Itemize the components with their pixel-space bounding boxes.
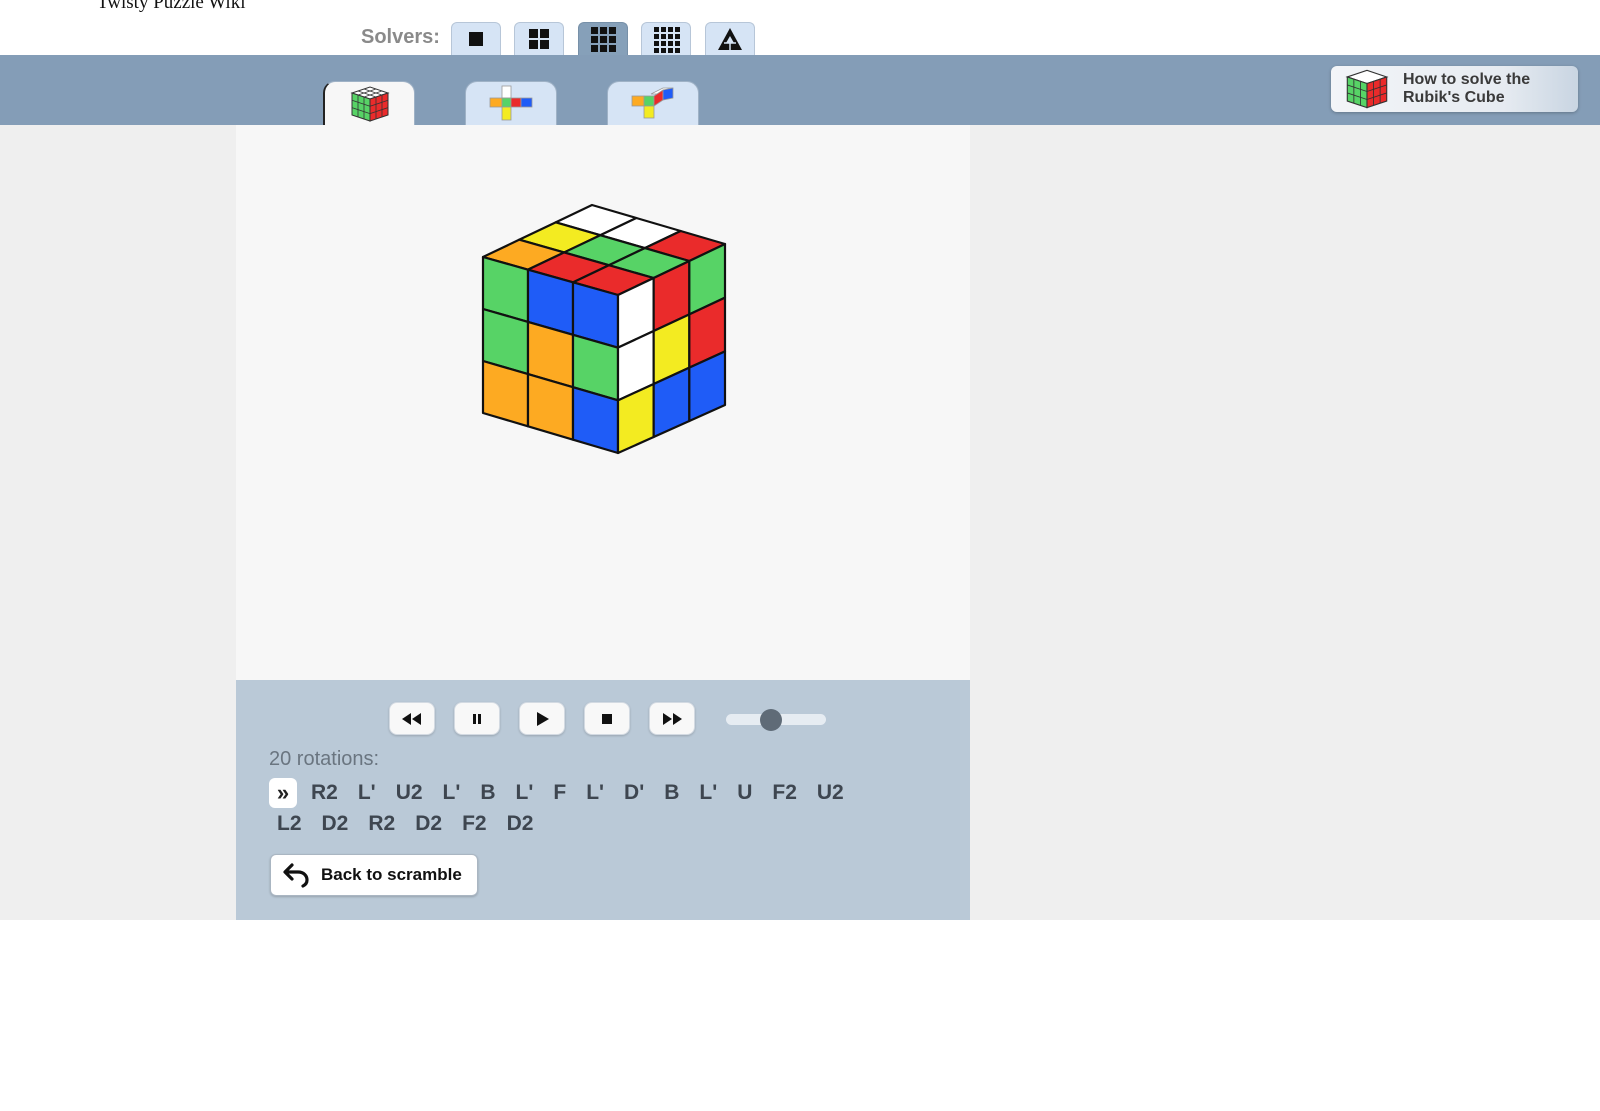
solvers-toolbar: Solvers: bbox=[0, 0, 1600, 55]
move-token[interactable]: U bbox=[737, 781, 752, 805]
move-token[interactable]: L' bbox=[358, 781, 376, 805]
back-to-scramble-button[interactable]: Back to scramble bbox=[270, 854, 478, 896]
how-to-solve-line1: How to solve the bbox=[1403, 71, 1531, 88]
move-token[interactable]: L' bbox=[443, 781, 461, 805]
playback-panel: 20 rotations: » R2 L' U2 L' B L' F L' D' B L' U F2 U2… bbox=[236, 680, 970, 920]
how-to-solve-label: How to solve the Rubik's Cube bbox=[1403, 71, 1530, 107]
move-token[interactable]: B bbox=[480, 781, 495, 805]
how-to-solve-line2: Rubik's Cube bbox=[1403, 89, 1505, 106]
4x4-solver-button[interactable] bbox=[641, 22, 691, 55]
cube-stage[interactable] bbox=[236, 125, 970, 680]
square-1x1-icon bbox=[469, 32, 483, 46]
move-token[interactable]: B bbox=[664, 781, 679, 805]
move-token[interactable]: R2 bbox=[311, 781, 338, 805]
grid-4x4-icon bbox=[653, 26, 680, 53]
move-token[interactable]: D2 bbox=[415, 812, 442, 836]
fast-forward-button[interactable] bbox=[649, 702, 695, 735]
1x1-solver-button[interactable] bbox=[451, 22, 501, 55]
rotation-count: 20 rotations: bbox=[269, 748, 380, 770]
rubiks-cube-3d[interactable] bbox=[236, 125, 970, 680]
solution-moves: » R2 L' U2 L' B L' F L' D' B L' U F2 U2 L2 D2 R2 D2 F2 D2 bbox=[269, 777, 909, 839]
move-token[interactable]: U2 bbox=[817, 781, 844, 805]
tab-partial-net-view[interactable] bbox=[607, 81, 699, 125]
3x3-solver-button[interactable] bbox=[578, 22, 628, 55]
cube-3d-icon bbox=[349, 85, 390, 122]
speed-slider-knob[interactable] bbox=[760, 709, 782, 731]
cube-partial-net-icon bbox=[631, 87, 674, 118]
current-move-marker[interactable]: » bbox=[269, 777, 297, 808]
solvers-label: Solvers: bbox=[361, 26, 440, 48]
rewind-icon bbox=[402, 712, 421, 725]
grid-2x2-icon bbox=[529, 29, 549, 49]
move-token[interactable]: L' bbox=[586, 781, 604, 805]
move-token[interactable]: F2 bbox=[462, 812, 487, 836]
back-to-scramble-label: Back to scramble bbox=[321, 865, 462, 884]
2x2-solver-button[interactable] bbox=[514, 22, 564, 55]
how-to-solve-link[interactable]: How to solve the Rubik's Cube bbox=[1331, 66, 1578, 112]
move-token[interactable]: L' bbox=[516, 781, 534, 805]
undo-arrow-icon bbox=[283, 863, 309, 888]
move-token[interactable]: D2 bbox=[507, 812, 534, 836]
speed-slider[interactable] bbox=[726, 709, 826, 731]
fast-forward-icon bbox=[663, 712, 682, 725]
rubiks-cube-icon bbox=[1345, 69, 1389, 109]
play-icon bbox=[537, 711, 549, 726]
moves-line-2: L2 D2 R2 D2 F2 D2 bbox=[269, 808, 909, 839]
pause-button[interactable] bbox=[454, 702, 500, 735]
move-token[interactable]: L' bbox=[699, 781, 717, 805]
cube-net-icon bbox=[489, 85, 533, 120]
move-token[interactable]: F bbox=[553, 781, 566, 805]
move-token[interactable]: D2 bbox=[322, 812, 349, 836]
play-button[interactable] bbox=[519, 702, 565, 735]
triangle-pyraminx-icon bbox=[718, 28, 742, 50]
move-token[interactable]: R2 bbox=[368, 812, 395, 836]
rewind-button[interactable] bbox=[389, 702, 435, 735]
stop-button[interactable] bbox=[584, 702, 630, 735]
stop-icon bbox=[602, 713, 612, 724]
moves-line-1: » R2 L' U2 L' B L' F L' D' B L' U F2 U2 bbox=[269, 777, 909, 808]
pyraminx-solver-button[interactable] bbox=[705, 22, 755, 55]
pause-icon bbox=[473, 713, 481, 724]
grid-3x3-icon bbox=[591, 27, 616, 52]
tab-3d-view[interactable] bbox=[323, 81, 415, 125]
move-token[interactable]: U2 bbox=[396, 781, 423, 805]
move-token[interactable]: F2 bbox=[772, 781, 797, 805]
move-token[interactable]: D' bbox=[624, 781, 644, 805]
move-token[interactable]: L2 bbox=[277, 812, 302, 836]
tab-net-view[interactable] bbox=[465, 81, 557, 125]
